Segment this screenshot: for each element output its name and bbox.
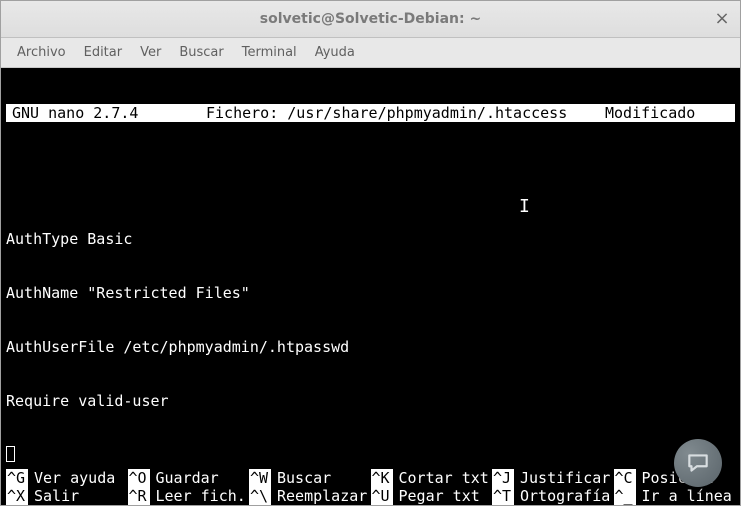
nano-file-label: Fichero: /usr/share/phpmyadmin/.htaccess [206, 104, 605, 122]
terminal-area[interactable]: GNU nano 2.7.4 Fichero: /usr/share/phpmy… [1, 68, 740, 505]
close-icon[interactable]: × [712, 9, 732, 29]
shortcut-cut: ^KCortar txt [371, 469, 493, 487]
cursor-block-icon [6, 446, 15, 462]
shortcut-search: ^WBuscar [249, 469, 371, 487]
window-titlebar: solvetic@Solvetic-Debian: ~ × [1, 1, 740, 38]
menu-ayuda[interactable]: Ayuda [307, 41, 363, 64]
menu-archivo[interactable]: Archivo [9, 41, 74, 64]
shortcut-save: ^OGuardar [128, 469, 250, 487]
editor-cursor-line [6, 446, 735, 464]
nano-app-name: GNU nano 2.7.4 [6, 104, 206, 122]
shortcut-help: ^GVer ayuda [6, 469, 128, 487]
nano-status: Modificado [605, 104, 735, 122]
window-title: solvetic@Solvetic-Debian: ~ [260, 11, 481, 27]
menu-buscar[interactable]: Buscar [171, 41, 231, 64]
menu-editar[interactable]: Editar [76, 41, 131, 64]
menu-terminal[interactable]: Terminal [234, 41, 305, 64]
editor-content[interactable]: AuthType Basic AuthName "Restricted File… [6, 176, 735, 500]
shortcut-spell: ^TOrtografía [492, 487, 614, 505]
nano-header: GNU nano 2.7.4 Fichero: /usr/share/phpmy… [6, 104, 735, 122]
menu-ver[interactable]: Ver [132, 41, 169, 64]
shortcut-paste: ^UPegar txt [371, 487, 493, 505]
editor-line: AuthUserFile /etc/phpmyadmin/.htpasswd [6, 338, 735, 356]
editor-line: AuthName "Restricted Files" [6, 284, 735, 302]
shortcut-justify: ^JJustificar [492, 469, 614, 487]
shortcut-readfile: ^RLeer fich. [128, 487, 250, 505]
nano-shortcuts: ^GVer ayuda ^OGuardar ^WBuscar ^KCortar … [6, 469, 735, 505]
shortcut-gotoline: ^_Ir a línea [614, 487, 736, 505]
shortcut-exit: ^XSalir [6, 487, 128, 505]
shortcut-replace: ^\Reemplazar [249, 487, 371, 505]
chat-button[interactable] [674, 439, 722, 487]
chat-icon [685, 450, 711, 476]
editor-line: AuthType Basic [6, 230, 735, 248]
editor-line: Require valid-user [6, 392, 735, 410]
menubar: Archivo Editar Ver Buscar Terminal Ayuda [1, 38, 740, 68]
